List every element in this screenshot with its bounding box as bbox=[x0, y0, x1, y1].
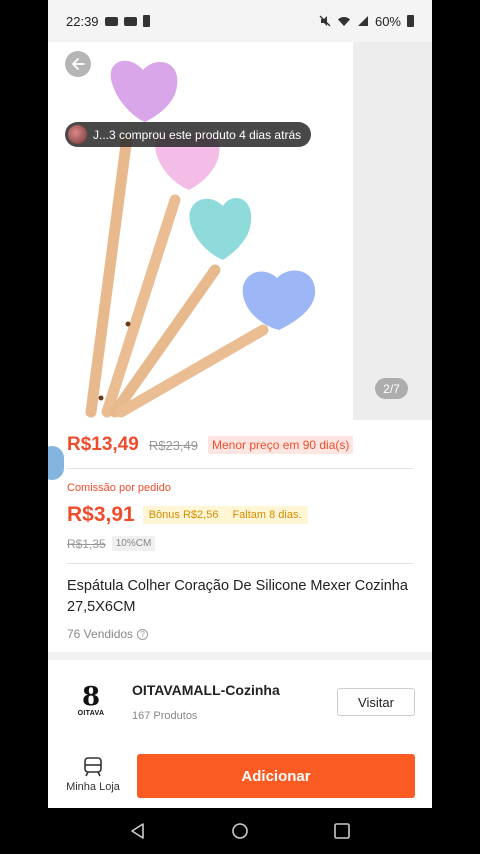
product-image[interactable] bbox=[65, 42, 353, 420]
status-right: 60% bbox=[319, 14, 414, 29]
shop-logo-text: OITAVA bbox=[77, 709, 105, 717]
commission-rate-badge: 10%CM bbox=[111, 536, 156, 551]
product-gallery[interactable]: J...3 comprou este produto 4 dias atrás … bbox=[48, 42, 432, 420]
video-camera-icon bbox=[104, 16, 118, 26]
store-icon bbox=[84, 757, 102, 777]
android-nav-bar bbox=[0, 808, 480, 854]
mute-icon bbox=[319, 15, 331, 27]
buyer-notice-text: J...3 comprou este produto 4 dias atrás bbox=[93, 127, 302, 142]
price-row: R$13,49 R$23,49 Menor preço em 90 dia(s) bbox=[67, 434, 354, 456]
my-store-button[interactable]: Minha Loja bbox=[62, 756, 124, 793]
battery-percent: 60% bbox=[374, 13, 401, 29]
my-store-label: Minha Loja bbox=[66, 781, 120, 793]
old-commission-row: R$1,35 10%CM bbox=[67, 536, 156, 551]
lowest-price-badge: Menor preço em 90 dia(s) bbox=[208, 436, 354, 454]
bottom-action-bar: Minha Loja Adicionar bbox=[48, 748, 432, 808]
commission-label: Comissão por pedido bbox=[67, 482, 171, 494]
add-button[interactable]: Adicionar bbox=[137, 754, 415, 798]
product-screen: J...3 comprou este produto 4 dias atrás … bbox=[48, 42, 432, 808]
battery-alert-icon bbox=[142, 15, 150, 27]
commission-row: R$3,91 Bônus R$2,56 Faltam 8 dias. bbox=[67, 503, 308, 527]
recent-buyer-notice: J...3 comprou este produto 4 dias atrás bbox=[65, 122, 312, 147]
bonus-remaining: Faltam 8 dias. bbox=[232, 509, 302, 521]
wifi-icon bbox=[337, 16, 350, 26]
bonus-amount: Bônus R$2,56 bbox=[148, 509, 219, 521]
arrow-left-icon bbox=[72, 58, 85, 70]
battery-icon bbox=[407, 15, 414, 27]
nav-home-icon[interactable] bbox=[231, 822, 249, 840]
help-icon[interactable]: ? bbox=[137, 628, 149, 640]
nav-back-icon[interactable] bbox=[129, 822, 147, 840]
bonus-badge: Bônus R$2,56 Faltam 8 dias. bbox=[142, 506, 308, 524]
old-commission-value: R$1,35 bbox=[67, 536, 106, 551]
nav-recents-icon[interactable] bbox=[333, 822, 351, 840]
video-camera-icon bbox=[123, 16, 137, 26]
status-left: 22:39 bbox=[66, 14, 150, 29]
shop-product-count: 167 Produtos bbox=[132, 710, 198, 722]
shop-name[interactable]: OITAVAMALL-Cozinha bbox=[132, 682, 280, 698]
signal-icon bbox=[357, 16, 368, 26]
floating-side-button[interactable] bbox=[48, 446, 64, 480]
sold-count: 76 Vendidos bbox=[67, 627, 134, 641]
buyer-avatar bbox=[68, 125, 87, 144]
sold-count-row: 76 Vendidos ? bbox=[67, 627, 149, 641]
next-image-preview[interactable] bbox=[353, 42, 432, 420]
shop-logo[interactable]: 8 OITAVA bbox=[66, 675, 116, 725]
spatula-illustration bbox=[85, 60, 316, 418]
status-bar: 22:39 60% bbox=[48, 0, 432, 42]
image-page-indicator: 2/7 bbox=[375, 378, 408, 399]
visit-shop-button[interactable]: Visitar bbox=[337, 688, 415, 716]
product-title: Espátula Colher Coração De Silicone Mexe… bbox=[67, 578, 408, 615]
divider bbox=[67, 563, 413, 564]
section-separator bbox=[48, 652, 432, 660]
original-price: R$23,49 bbox=[148, 437, 198, 453]
commission-value: R$3,91 bbox=[67, 503, 135, 526]
shop-logo-mark: 8 bbox=[81, 681, 101, 712]
current-price: R$13,49 bbox=[67, 434, 139, 455]
back-button[interactable] bbox=[65, 51, 91, 77]
status-time: 22:39 bbox=[66, 13, 99, 29]
divider bbox=[67, 468, 413, 469]
